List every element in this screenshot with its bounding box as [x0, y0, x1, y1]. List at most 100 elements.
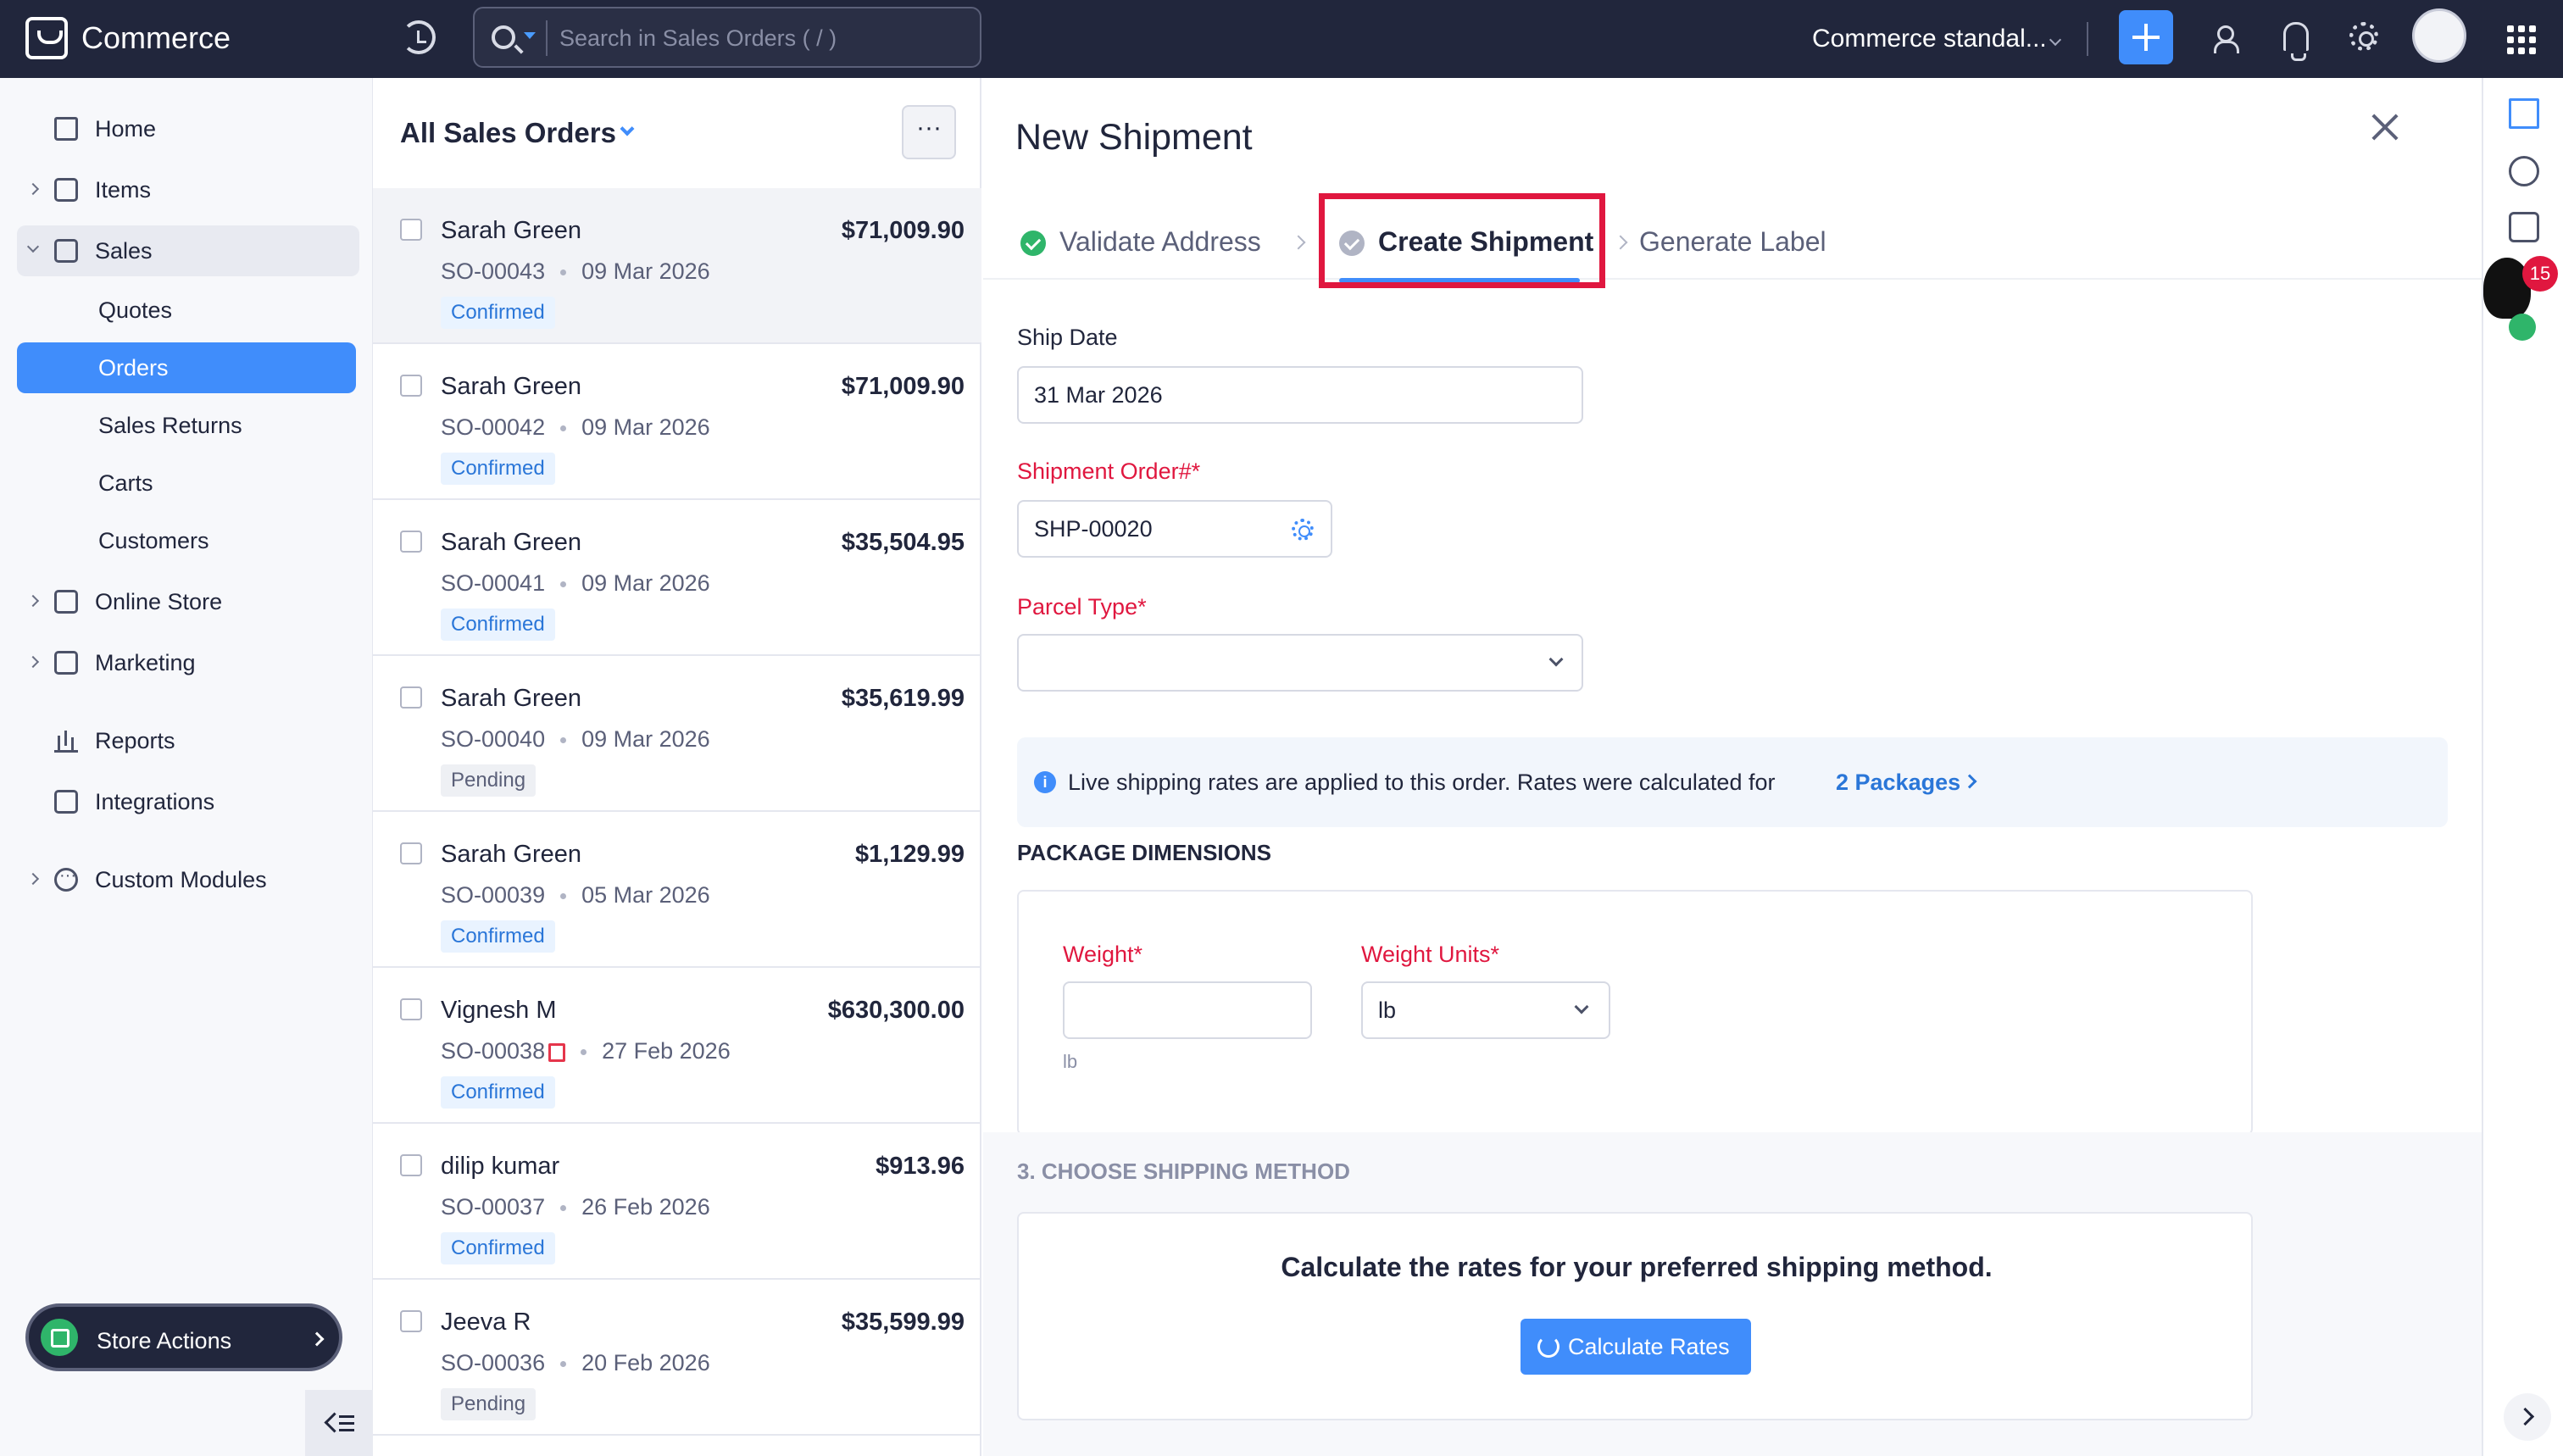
calculate-rates-button[interactable]: Calculate Rates	[1521, 1319, 1751, 1375]
whatsapp-icon[interactable]	[2509, 314, 2536, 341]
calculate-rates-label: Calculate Rates	[1568, 1334, 1730, 1359]
search-input[interactable]	[559, 17, 966, 59]
order-meta: SO-00040 09 Mar 2026	[441, 722, 710, 756]
expand-rail-icon[interactable]	[2504, 1393, 2551, 1441]
order-amount: $1,129.99	[854, 841, 965, 868]
step-label: Validate Address	[1059, 226, 1261, 257]
sidebar-item-integrations[interactable]: Integrations	[17, 776, 359, 827]
row-checkbox[interactable]	[400, 531, 422, 553]
row-checkbox[interactable]	[400, 998, 422, 1020]
separator-dot	[560, 1205, 567, 1212]
sidebar-item-customers[interactable]: Customers	[17, 515, 356, 566]
sidebar-item-carts[interactable]: Carts	[17, 458, 356, 508]
sidebar-item-label: Sales Returns	[98, 413, 242, 438]
table-row[interactable]: Vignesh M $630,300.00 SO-00038 27 Feb 2026 C…	[373, 968, 981, 1124]
feedback-icon[interactable]	[2509, 156, 2539, 186]
row-checkbox[interactable]	[400, 375, 422, 397]
customer-name: Sarah Green	[441, 685, 582, 712]
customer-name: Jeeva R	[441, 1309, 531, 1336]
chevron-right-icon[interactable]	[26, 182, 40, 196]
sidebar-item-label: Items	[95, 177, 152, 203]
row-checkbox[interactable]	[400, 1154, 422, 1176]
store-actions-label: Store Actions	[97, 1328, 232, 1353]
page-title: New Shipment	[1015, 117, 1253, 158]
home-icon	[54, 117, 78, 141]
table-row[interactable]: Sarah Green $71,009.90 SO-00042 09 Mar 2026…	[373, 344, 981, 500]
org-switcher[interactable]: Commerce standal...	[1812, 20, 2047, 58]
sidebar-item-marketing[interactable]: Marketing	[17, 637, 359, 688]
sidebar-item-custom-modules[interactable]: Custom Modules	[17, 850, 359, 905]
separator-dot	[560, 1361, 567, 1368]
sidebar-item-label: Custom Modules	[95, 867, 267, 892]
chevron-right-icon[interactable]	[26, 872, 40, 886]
users-icon[interactable]	[2214, 24, 2243, 53]
weight-units-select[interactable]: lb	[1361, 981, 1610, 1039]
sidebar-item-reports[interactable]: Reports	[17, 715, 359, 766]
parcel-type-select[interactable]	[1017, 634, 1583, 692]
status-badge: Confirmed	[441, 609, 555, 641]
shipment-order-label: Shipment Order#*	[1017, 458, 1201, 484]
sidebar-item-items[interactable]: Items	[17, 164, 359, 215]
user-avatar[interactable]	[2412, 8, 2466, 63]
sidebar-item-online-store[interactable]: Online Store	[17, 576, 359, 627]
settings-gear-icon[interactable]	[2349, 22, 2378, 51]
video-tutorial-icon[interactable]	[2509, 212, 2539, 242]
sidebar: Home Items Sales Quotes Orders Sales Ret…	[0, 78, 373, 1456]
sidebar-item-sales-returns[interactable]: Sales Returns	[17, 400, 356, 451]
table-row[interactable]: Sarah Green $35,504.95 SO-00041 09 Mar 2026…	[373, 500, 981, 656]
packages-link[interactable]: 2 Packages	[1836, 737, 1960, 827]
status-badge: Confirmed	[441, 1232, 555, 1264]
translate-icon[interactable]	[2509, 98, 2539, 129]
order-meta: SO-00041 09 Mar 2026	[441, 566, 710, 600]
topbar-divider	[2087, 22, 2088, 56]
sidebar-item-orders[interactable]: Orders	[17, 342, 356, 393]
order-meta: SO-00039 05 Mar 2026	[441, 878, 710, 912]
bar-chart-icon	[54, 729, 78, 753]
order-number-settings-gear-icon[interactable]	[1292, 519, 1314, 541]
store-icon	[54, 590, 78, 614]
row-checkbox[interactable]	[400, 842, 422, 864]
table-row[interactable]: dilip kumar $913.96 SO-00037 26 Feb 2026 Con…	[373, 1124, 981, 1280]
chevron-right-icon[interactable]	[1962, 774, 1977, 789]
chevron-right-icon[interactable]	[26, 594, 40, 608]
chevron-right-icon[interactable]	[26, 655, 40, 669]
order-date: 26 Feb 2026	[581, 1194, 710, 1220]
chevron-down-icon[interactable]	[620, 121, 635, 136]
row-checkbox[interactable]	[400, 1310, 422, 1332]
store-actions-button[interactable]: Store Actions	[25, 1303, 342, 1371]
order-date: 20 Feb 2026	[581, 1350, 710, 1375]
table-row[interactable]: Sarah Green $35,619.99 SO-00040 09 Mar 2026…	[373, 656, 981, 812]
org-chevron-down-icon[interactable]	[2049, 33, 2062, 47]
status-badge: Confirmed	[441, 297, 555, 329]
quick-create-button[interactable]	[2119, 10, 2173, 64]
app-grid-icon[interactable]	[2507, 25, 2536, 54]
integrations-icon	[54, 790, 78, 814]
sidebar-item-quotes[interactable]: Quotes	[17, 285, 356, 336]
chevron-down-icon[interactable]	[26, 240, 40, 253]
info-text: Live shipping rates are applied to this …	[1068, 770, 1776, 795]
collapse-sidebar-icon[interactable]	[305, 1390, 373, 1456]
more-options-button[interactable]: ···	[902, 105, 956, 159]
package-dimensions-heading: PACKAGE DIMENSIONS	[1017, 840, 1271, 865]
row-checkbox[interactable]	[400, 686, 422, 709]
order-amount: $71,009.90	[841, 217, 965, 244]
sidebar-item-label: Marketing	[95, 650, 196, 675]
separator-dot	[560, 737, 567, 744]
table-row[interactable]: Jeeva R $35,599.99 SO-00036 20 Feb 2026 Pend…	[373, 1280, 981, 1436]
search-icon[interactable]	[492, 25, 515, 49]
sidebar-item-sales[interactable]: Sales	[17, 225, 359, 276]
shipment-order-input[interactable]: SHP-00020	[1017, 500, 1332, 558]
sidebar-item-home[interactable]: Home	[17, 103, 359, 154]
recent-history-icon[interactable]	[402, 20, 436, 54]
close-icon[interactable]	[2368, 110, 2402, 144]
row-checkbox[interactable]	[400, 219, 422, 241]
notifications-bell-icon[interactable]	[2283, 22, 2309, 61]
ship-date-input[interactable]: 31 Mar 2026	[1017, 366, 1583, 424]
table-row[interactable]: Sarah Green $71,009.90 SO-00043 09 Mar 2026…	[373, 188, 981, 344]
list-view-selector[interactable]: All Sales Orders	[400, 114, 616, 153]
search-filter-chevron-icon[interactable]	[524, 32, 536, 39]
weight-input[interactable]	[1063, 981, 1312, 1039]
customer-name: Sarah Green	[441, 529, 582, 556]
separator-dot	[581, 1049, 587, 1056]
table-row[interactable]: Sarah Green $1,129.99 SO-00039 05 Mar 2026 C…	[373, 812, 981, 968]
